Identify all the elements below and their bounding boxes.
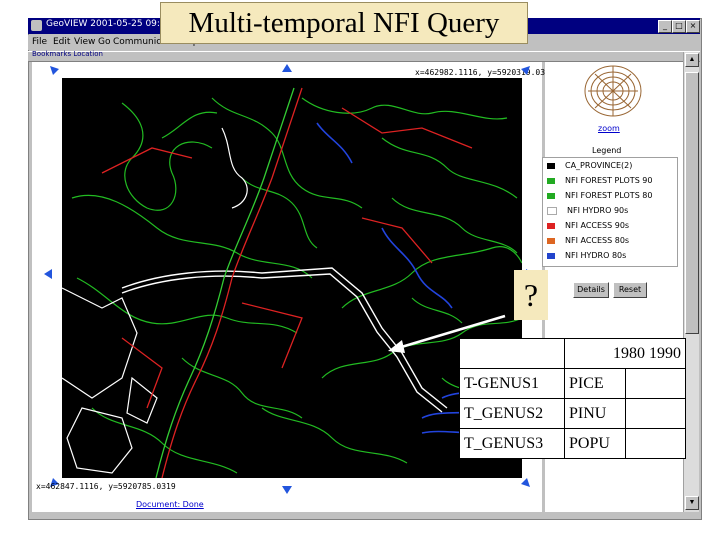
white-plot-lines — [61, 127, 248, 474]
legend-label: NFI ACCESS 90s — [565, 221, 630, 230]
legend-label: CA_PROVINCE(2) — [565, 161, 633, 170]
legend-item[interactable]: NFI ACCESS 90s — [547, 221, 629, 233]
status-link[interactable]: Document: Done — [136, 500, 204, 509]
close-button[interactable]: × — [686, 20, 700, 33]
value-1980-cell: PINU — [564, 398, 626, 429]
pan-southeast-arrow[interactable] — [521, 478, 530, 487]
table-row: T_GENUS2 PINU — [459, 398, 686, 429]
query-question-mark: ? — [514, 270, 548, 320]
details-button[interactable]: Details — [573, 282, 609, 298]
legend-swatch-icon — [547, 252, 555, 259]
table-row: T-GENUS1 PICE — [459, 368, 686, 399]
legend-label: NFI FOREST PLOTS 90 — [565, 176, 653, 185]
legend-item[interactable]: NFI FOREST PLOTS 90 — [547, 176, 653, 188]
genus-query-table: 1980 1990 T-GENUS1 PICE T_GENUS2 PINU T_… — [459, 338, 686, 459]
bookmarks-toolbar: Bookmarks Location — [28, 50, 700, 62]
legend-label: NFI ACCESS 80s — [565, 236, 630, 245]
legend-label: NFI HYDRO 90s — [567, 206, 629, 215]
legend-item[interactable]: NFI HYDRO 80s — [547, 251, 626, 263]
pan-south-arrow[interactable] — [282, 486, 292, 494]
legend-swatch-icon — [547, 162, 555, 169]
legend-label: NFI FOREST PLOTS 80 — [565, 191, 653, 200]
legend-item[interactable]: NFI FOREST PLOTS 80 — [547, 191, 653, 203]
legend-swatch-icon — [547, 177, 555, 184]
pan-west-arrow[interactable] — [44, 269, 52, 279]
value-1980-cell: POPU — [564, 428, 626, 459]
legend-item[interactable]: NFI HYDRO 90s — [547, 206, 628, 218]
field-name-cell: T-GENUS1 — [459, 368, 565, 399]
scroll-down-arrow-icon[interactable]: ▼ — [685, 496, 699, 510]
pan-northeast-arrow[interactable] — [521, 66, 530, 75]
map-canvas — [61, 87, 523, 479]
pan-north-arrow[interactable] — [282, 64, 292, 72]
legend-swatch-icon — [547, 222, 555, 229]
scroll-up-arrow-icon[interactable]: ▲ — [685, 53, 699, 67]
legend-list: CA_PROVINCE(2) NFI FOREST PLOTS 90 NFI F… — [542, 157, 678, 267]
legend-swatch-icon — [547, 237, 555, 244]
map-view[interactable] — [61, 78, 523, 479]
table-header-row: 1980 1990 — [459, 338, 686, 369]
table-corner-cell — [459, 338, 565, 369]
scroll-thumb[interactable] — [685, 72, 699, 334]
legend-swatch-icon — [547, 206, 557, 215]
minimize-button[interactable]: _ — [658, 20, 672, 33]
legend-swatch-icon — [547, 192, 555, 199]
value-1980-cell: PICE — [564, 368, 626, 399]
value-1990-cell — [624, 398, 686, 429]
menu-edit[interactable]: Edit — [53, 37, 70, 47]
table-row: T_GENUS3 POPU — [459, 428, 686, 459]
year-header: 1980 1990 — [564, 338, 686, 369]
value-1990-cell — [624, 368, 686, 399]
legend-heading: Legend — [592, 146, 622, 155]
maximize-button[interactable]: □ — [672, 20, 686, 33]
value-1990-cell — [624, 428, 686, 459]
field-name-cell: T_GENUS3 — [459, 428, 565, 459]
zoom-link[interactable]: zoom — [598, 124, 620, 133]
legend-item[interactable]: CA_PROVINCE(2) — [547, 161, 632, 173]
reset-button[interactable]: Reset — [613, 282, 647, 298]
legend-item[interactable]: NFI ACCESS 80s — [547, 236, 629, 248]
toolbar-label[interactable]: Bookmarks Location — [32, 50, 103, 58]
menu-go[interactable]: Go — [98, 37, 110, 47]
legend-label: NFI HYDRO 80s — [565, 251, 627, 260]
pan-northwest-arrow[interactable] — [50, 66, 59, 75]
menu-view[interactable]: View — [74, 37, 95, 47]
coordinates-readout-bottom: x=462847.1116, y=5920785.0319 — [36, 482, 176, 491]
app-icon — [31, 20, 42, 31]
field-name-cell: T_GENUS2 — [459, 398, 565, 429]
compass-logo-icon — [584, 65, 642, 117]
menu-file[interactable]: File — [32, 37, 47, 47]
slide-title: Multi-temporal NFI Query — [160, 2, 528, 44]
